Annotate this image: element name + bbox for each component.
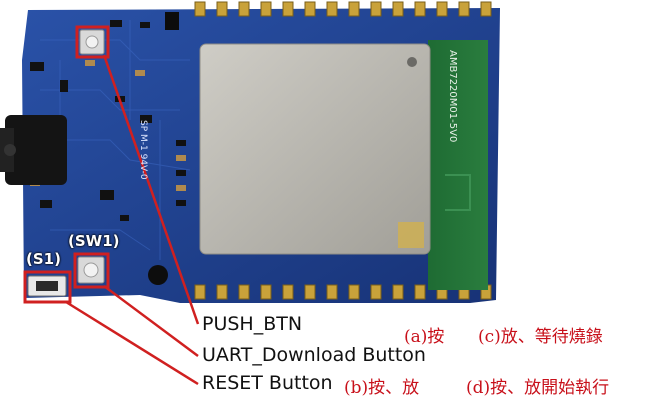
- push-btn-label: PUSH_BTN: [202, 313, 303, 335]
- antenna-area: [428, 40, 488, 290]
- step-a-label: (a)按: [404, 327, 445, 347]
- pcb-marking-text: SP M-1 94V-0: [138, 120, 148, 180]
- uart-download-label: UART_Download Button: [202, 344, 426, 366]
- step-b-label: (b)按、放: [344, 378, 420, 398]
- push-btn-switch: [79, 29, 105, 55]
- wifi-module-shield: [199, 43, 431, 255]
- s1-switch: [27, 275, 67, 297]
- step-c-label: (c)放、等待燒錄: [478, 327, 603, 347]
- s1-tag: (S1): [26, 250, 61, 268]
- board-photo-annotation: SP M-1 94V-0 AMB7220M01-5V0 (SW1) (S1) P…: [0, 0, 671, 400]
- audio-jack: [0, 115, 67, 185]
- buzzer: [148, 265, 168, 285]
- sw1-tag: (SW1): [68, 232, 120, 250]
- sw1-switch: [77, 256, 105, 284]
- step-d-label: (d)按、放開始執行: [466, 378, 610, 398]
- module-marking-text: AMB7220M01-5V0: [447, 50, 458, 143]
- reset-label: RESET Button: [202, 372, 333, 394]
